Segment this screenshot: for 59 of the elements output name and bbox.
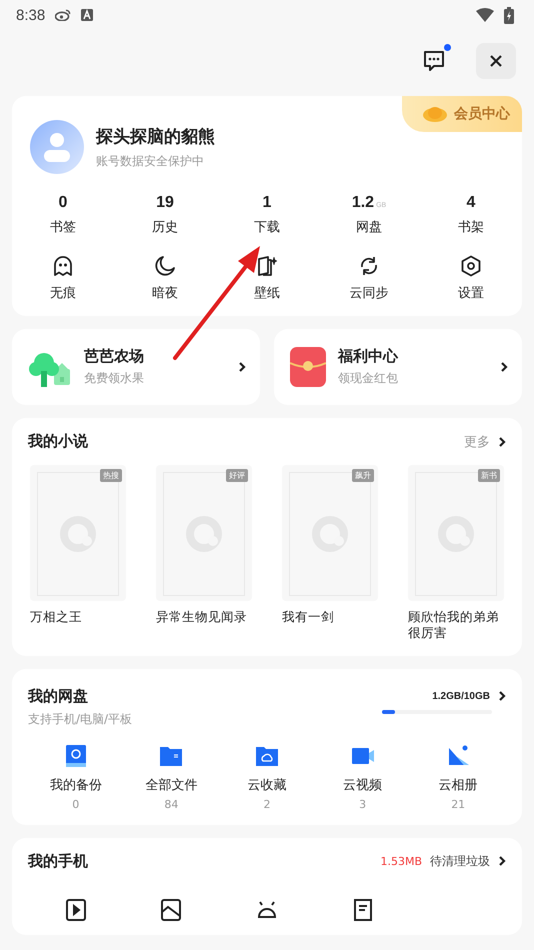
close-button[interactable]: [476, 43, 516, 79]
tool-item[interactable]: 暗夜: [114, 254, 216, 302]
tool-item[interactable]: 壁纸: [216, 254, 318, 302]
cloud-item[interactable]: 我的备份 0: [28, 744, 124, 810]
section-title: 我的手机: [28, 852, 88, 870]
cloud-item[interactable]: 云视频 3: [314, 744, 410, 810]
stat-item[interactable]: 4 书架: [420, 194, 522, 236]
account-status: 账号数据安全保护中: [96, 152, 205, 170]
promo-card[interactable]: 福利中心 领现金红包: [274, 329, 522, 405]
cloud-item[interactable]: 云相册 21: [410, 744, 506, 810]
section-title: 我的网盘: [28, 686, 88, 706]
stat-item[interactable]: 0 书签: [12, 194, 114, 236]
chevron-icon: [498, 436, 506, 448]
promo-title: 福利中心: [338, 347, 400, 366]
chevron-icon: [498, 690, 506, 702]
book-tag: 飙升: [352, 469, 374, 482]
keyboard-icon: [81, 9, 94, 21]
settings-icon: [459, 254, 483, 278]
cloud-subtitle: 支持手机/电脑/平板: [28, 711, 132, 728]
junk-label[interactable]: 待清理垃圾: [430, 852, 490, 870]
tool-item[interactable]: 无痕: [12, 254, 114, 302]
cloud-icon: [422, 105, 448, 123]
photo-icon: [446, 744, 470, 768]
junk-size: 1.53MB: [380, 854, 422, 868]
cloud-item[interactable]: 云收藏 2: [219, 744, 315, 810]
ghost-icon: [51, 254, 75, 278]
stat-item[interactable]: 19 历史: [114, 194, 216, 236]
wifi-icon: [476, 8, 494, 22]
book-title[interactable]: 万相之王: [30, 609, 126, 626]
tool-item[interactable]: 云同步: [318, 254, 420, 302]
book-tag: 新书: [478, 469, 500, 482]
promo-title: 芭芭农场: [84, 347, 145, 366]
section-title: 我的小说: [28, 432, 88, 451]
user-name[interactable]: 探头探脑的貂熊: [96, 124, 215, 148]
storage-usage: 1.2GB/10GB: [432, 690, 490, 702]
phone-sync-icon: [64, 744, 88, 768]
book-title[interactable]: 异常生物见闻录: [156, 609, 252, 626]
image-icon[interactable]: [159, 896, 184, 920]
book-tag: 好评: [226, 469, 248, 482]
close-icon: [490, 55, 502, 67]
promo-subtitle: 免费领水果: [84, 370, 145, 387]
moon-icon: [153, 254, 177, 278]
chevron-icon: [238, 361, 246, 373]
stat-item[interactable]: 1 下载: [216, 194, 318, 236]
envelope-icon: [290, 347, 326, 387]
book-title[interactable]: 顾欣怡我的弟弟很厉害: [408, 609, 504, 642]
book-tag: 热搜: [100, 469, 122, 482]
message-icon[interactable]: [422, 49, 446, 73]
cloud-item[interactable]: 全部文件 84: [124, 744, 220, 810]
book-title[interactable]: 我有一剑: [282, 609, 378, 626]
video-file-icon[interactable]: [64, 896, 88, 920]
battery-icon: [504, 6, 514, 24]
chevron-icon: [498, 855, 506, 867]
tool-item[interactable]: 设置: [420, 254, 522, 302]
wallpaper-icon: [255, 254, 279, 278]
promo-subtitle: 领现金红包: [338, 370, 399, 387]
promo-card[interactable]: 芭芭农场 免费领水果: [12, 329, 260, 405]
chevron-icon: [500, 361, 508, 373]
status-time: 8:38: [16, 6, 46, 24]
